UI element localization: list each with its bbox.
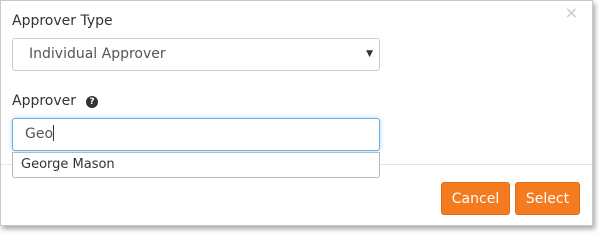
- cancel-button[interactable]: Cancel: [441, 182, 510, 215]
- approver-dialog: × Approver Type Individual Approver ▼ Ap…: [0, 0, 593, 226]
- approver-type-selected-value: Individual Approver: [29, 46, 166, 62]
- approver-search-input[interactable]: Geo: [12, 118, 380, 151]
- caret-down-icon: ▼: [366, 49, 373, 59]
- approver-type-select[interactable]: Individual Approver ▼: [12, 38, 380, 71]
- approver-label-row: Approver?: [12, 93, 99, 109]
- approver-type-label: Approver Type: [12, 13, 113, 29]
- text-cursor: [53, 125, 55, 141]
- select-button[interactable]: Select: [515, 182, 580, 215]
- suggestion-item[interactable]: George Mason: [21, 153, 379, 177]
- approver-label: Approver: [12, 93, 77, 109]
- approver-input-value: Geo: [25, 126, 54, 142]
- help-circle-icon[interactable]: ?: [86, 96, 99, 108]
- close-icon[interactable]: ×: [565, 5, 578, 21]
- approver-suggestions-dropdown: George Mason: [12, 152, 380, 178]
